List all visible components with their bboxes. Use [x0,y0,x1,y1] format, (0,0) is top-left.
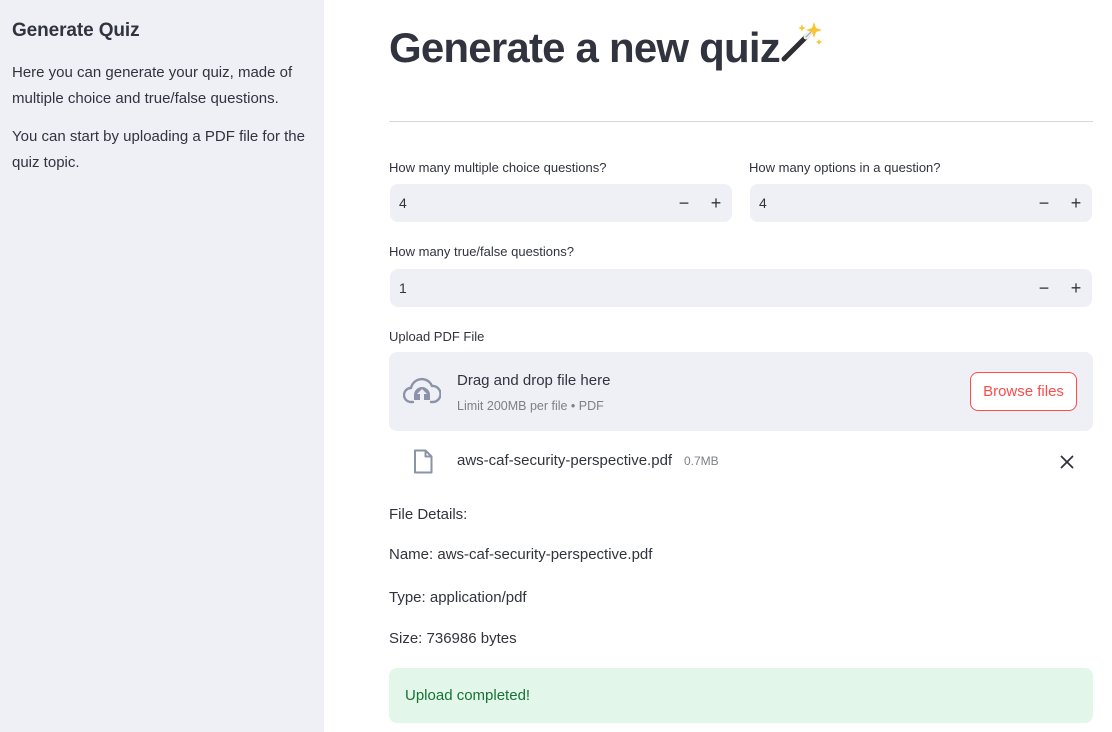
uploaded-file-row: aws-caf-security-perspective.pdf 0.7MB [389,443,1093,481]
decrement-button[interactable]: − [668,184,700,222]
file-details-size: Size: 736986 bytes [389,630,517,647]
dropzone-subtitle: Limit 200MB per file • PDF [457,399,604,413]
cloud-upload-icon [402,376,442,411]
increment-button[interactable]: + [700,184,732,222]
browse-files-button[interactable]: Browse files [970,372,1077,411]
upload-label: Upload PDF File [389,329,485,344]
file-dropzone[interactable]: Drag and drop file here Limit 200MB per … [389,352,1093,431]
file-icon [413,449,433,479]
sidebar: Generate Quiz Here you can generate your… [0,0,324,732]
increment-button[interactable]: + [1060,184,1092,222]
options-input[interactable]: 4 [750,195,1028,211]
file-name: aws-caf-security-perspective.pdf [457,452,673,469]
mc-questions-label: How many multiple choice questions? [389,160,607,175]
success-alert: Upload completed! [389,668,1093,723]
decrement-button[interactable]: − [1028,184,1060,222]
file-details-name: Name: aws-caf-security-perspective.pdf [389,546,653,563]
mc-questions-input[interactable]: 4 [390,195,668,211]
main-content: Generate a new quiz How many multiple ch… [389,0,1093,732]
page-title-text: Generate a new quiz [389,24,781,71]
increment-button[interactable]: + [1060,269,1092,307]
file-details-heading: File Details: [389,506,468,523]
remove-file-button[interactable] [1057,452,1077,472]
tf-questions-input[interactable]: 1 [390,280,1028,296]
page-title: Generate a new quiz [389,21,825,77]
options-label: How many options in a question? [749,160,941,175]
decrement-button[interactable]: − [1028,269,1060,307]
file-size: 0.7MB [684,454,719,468]
options-stepper: 4 − + [750,184,1092,222]
divider [389,121,1093,122]
file-details-type: Type: application/pdf [389,589,527,606]
sidebar-title: Generate Quiz [12,20,140,41]
tf-questions-stepper: 1 − + [390,269,1092,307]
dropzone-title: Drag and drop file here [457,372,611,389]
sidebar-paragraph: Here you can generate your quiz, made of… [12,64,293,107]
tf-questions-label: How many true/false questions? [389,244,574,259]
close-icon [1060,455,1074,469]
mc-questions-stepper: 4 − + [390,184,732,222]
magic-wand-icon [781,20,825,72]
sidebar-paragraph: You can start by uploading a PDF file fo… [12,128,305,171]
